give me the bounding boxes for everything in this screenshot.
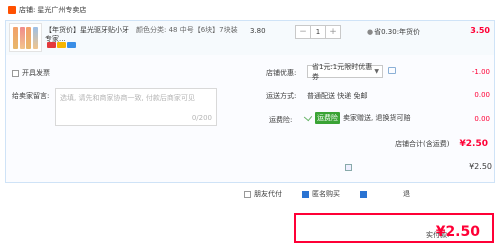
chevron-down-icon: ▼	[374, 68, 379, 75]
shop-name-link[interactable]: 星光广州专卖店	[37, 5, 86, 15]
insurance-tag: 运费险	[315, 112, 340, 124]
item-row: 【年货价】星光驱牙贴小牙专家... 颜色分类: 48 中号【6块】7块装 3.8…	[6, 21, 494, 55]
coupon-select[interactable]: 省1元:1元限时优惠券 ▼	[307, 63, 383, 81]
unit-price: 3.80	[250, 27, 266, 35]
anonymous-label: 匿名购买	[312, 190, 340, 198]
shop-total-label: 店铺合计(含运费)	[395, 140, 450, 148]
shipping-amount: 0.00	[474, 91, 490, 99]
insurance-label: 运费险:	[269, 116, 293, 124]
discount-note: ●省0.30:年货价	[367, 27, 420, 37]
increase-button[interactable]: +	[326, 26, 340, 38]
discount-text: 省0.30:年货价	[374, 28, 421, 36]
friend-pay-label: 朋友代付	[254, 190, 282, 198]
item-subtotal: 3.50	[470, 26, 490, 35]
friend-pay-checkbox[interactable]	[244, 190, 251, 198]
payment-options: 朋友代付 匿名购买	[244, 189, 370, 199]
actual-payment-box: 实付款: ¥2.50	[294, 213, 494, 243]
invoice-option[interactable]: 开具发票	[12, 68, 50, 78]
decrease-button[interactable]: −	[296, 26, 310, 38]
note-counter: 0/200	[191, 114, 212, 122]
product-thumbnail[interactable]	[9, 23, 42, 52]
shipping-label: 运送方式:	[266, 92, 297, 100]
badge-1	[47, 42, 56, 48]
anonymous-checkbox[interactable]	[302, 190, 309, 198]
shop-total: 店铺合计(含运费) ¥2.50	[395, 139, 488, 149]
coupon-label: 店铺优惠:	[266, 69, 297, 77]
quantity-stepper: − 1 +	[295, 25, 341, 39]
order-box: 【年货价】星光驱牙贴小牙专家... 颜色分类: 48 中号【6块】7块装 3.8…	[5, 20, 495, 183]
coupon-selected: 省1元:1元限时优惠券	[312, 62, 373, 81]
pay-amount: ¥2.50	[435, 224, 480, 240]
discount-dot-icon: ●	[367, 28, 374, 36]
note-placeholder: 选填, 请先和商家协商一致, 付款后商家可见	[60, 94, 195, 102]
shop-total-amount: ¥2.50	[459, 139, 488, 149]
invoice-label: 开具发票	[22, 69, 50, 77]
note-label: 给卖家留言:	[12, 92, 50, 100]
shop-icon	[8, 6, 16, 14]
message-icon[interactable]	[388, 67, 396, 74]
return-label: 退	[403, 190, 410, 198]
buyer-note-input[interactable]: 选填, 请先和商家协商一致, 付款后商家可见 0/200	[55, 88, 217, 126]
quantity-input[interactable]: 1	[310, 26, 326, 38]
invoice-checkbox[interactable]	[12, 69, 19, 77]
shipping-value: 普通配送 快递 免邮	[307, 92, 368, 100]
check-icon	[303, 112, 313, 122]
product-badges	[47, 42, 76, 48]
insurance-value: 运费险 卖家赠送, 退换货可赔	[303, 112, 411, 124]
badge-2	[57, 42, 66, 48]
insurance-text: 卖家赠送, 退换货可赔	[343, 114, 411, 122]
coupon-amount: -1.00	[471, 68, 490, 76]
bottom-checkbox[interactable]	[345, 164, 352, 171]
sku-info: 颜色分类: 48 中号【6块】7块装	[136, 26, 238, 34]
insurance-amount: 0.00	[474, 115, 490, 123]
bottom-amount: ¥2.50	[469, 162, 492, 171]
shop-prefix: 店铺:	[19, 6, 36, 14]
return-checkbox[interactable]	[360, 190, 367, 198]
shop-header: 店铺: 星光广州专卖店	[0, 0, 500, 20]
badge-3	[67, 42, 76, 48]
